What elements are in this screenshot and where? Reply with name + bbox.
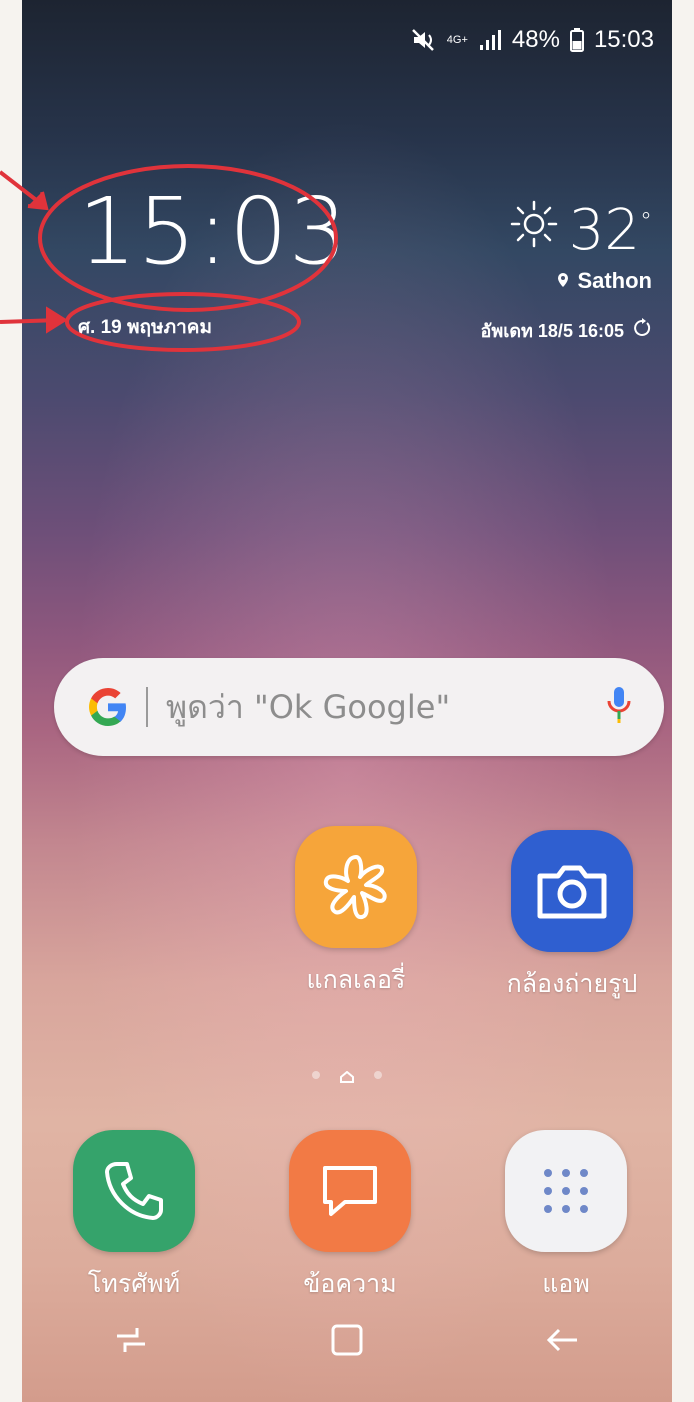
weather-temperature: 32 (568, 198, 640, 263)
message-icon (289, 1130, 411, 1252)
microphone-icon[interactable] (606, 685, 632, 730)
status-bar: 4G+ 48% 15:03 (411, 26, 654, 54)
home-page-icon (340, 1070, 354, 1083)
location-pin-icon (555, 268, 571, 294)
search-placeholder[interactable]: พูดว่า "Ok Google" (166, 682, 606, 733)
home-button-icon[interactable] (329, 1322, 365, 1363)
app-gallery-label: แกลเลอรี่ (306, 965, 406, 994)
page-dot (374, 1071, 382, 1079)
gallery-flower-icon (295, 826, 417, 948)
network-type: 4G+ (446, 33, 468, 46)
degree-symbol: ° (640, 207, 652, 236)
app-gallery[interactable]: แกลเลอรี่ (266, 826, 446, 1000)
apps-grid-icon (505, 1130, 627, 1252)
weather-location: Sathon (577, 268, 652, 293)
status-time: 15:03 (593, 26, 654, 53)
back-icon[interactable] (543, 1324, 583, 1361)
lockscreen-date: ศ. 19 พฤษภาคม (78, 317, 213, 338)
signal-icon (478, 29, 502, 51)
weather-update-row: อัพเดท 18/5 16:05 (481, 316, 652, 345)
app-phone[interactable]: โทรศัพท์ (44, 1130, 224, 1304)
weather-widget[interactable]: 32° (509, 198, 652, 263)
page-dot (312, 1071, 320, 1079)
phone-icon (73, 1130, 195, 1252)
app-camera[interactable]: กล้องถ่ายรูป (482, 830, 662, 1004)
mute-icon (411, 28, 437, 52)
battery-percent: 48% (511, 26, 560, 53)
app-messages[interactable]: ข้อความ (260, 1130, 440, 1304)
weather-updated: อัพเดท 18/5 16:05 (480, 321, 624, 341)
google-search-bar[interactable]: พูดว่า "Ok Google" (54, 658, 664, 756)
navigation-bar (22, 1282, 672, 1402)
google-g-icon (84, 683, 132, 731)
recent-apps-icon[interactable] (111, 1324, 151, 1361)
lockscreen-clock: 15:03 (78, 178, 349, 285)
weather-location-row: Sathon (555, 268, 652, 294)
page-indicator (22, 1070, 672, 1083)
sun-icon (509, 198, 559, 263)
phone-screen: 4G+ 48% 15:03 15:03 ศ. 19 พฤษภาคม 32° Sa… (22, 0, 672, 1402)
app-drawer[interactable]: แอพ (476, 1130, 656, 1304)
search-divider (146, 687, 148, 727)
app-camera-label: กล้องถ่ายรูป (506, 969, 638, 998)
camera-icon (511, 830, 633, 952)
refresh-icon[interactable] (632, 318, 652, 343)
battery-icon (569, 28, 584, 52)
